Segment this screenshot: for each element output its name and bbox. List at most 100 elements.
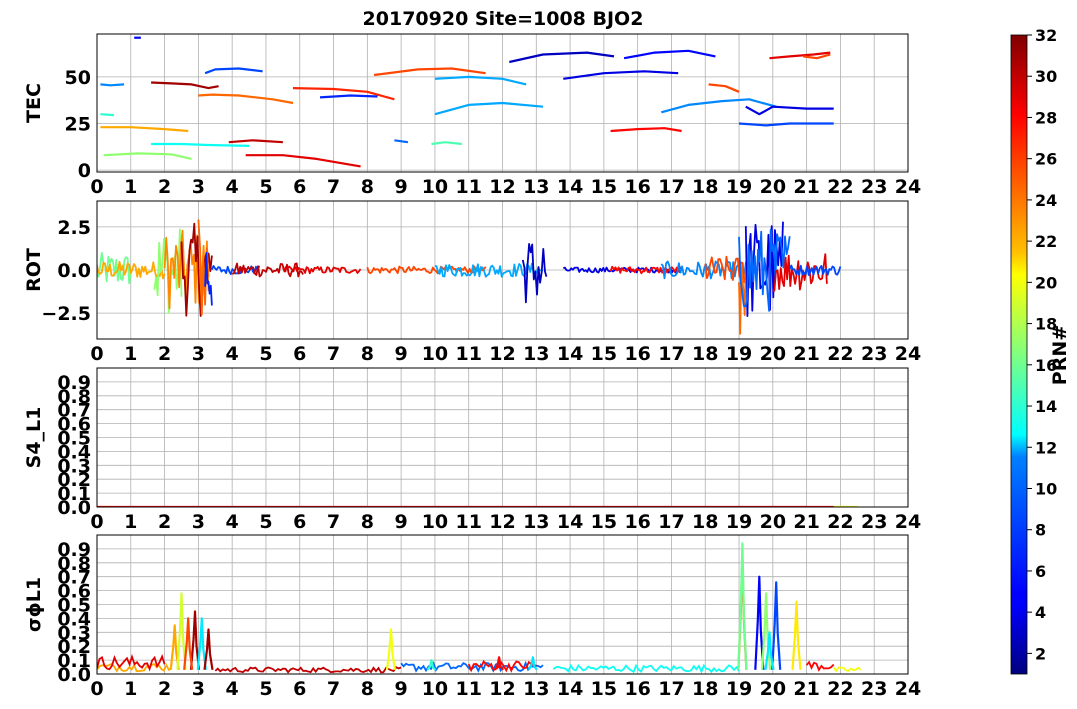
- series-tec-prn29: [245, 154, 361, 168]
- x-tick-label: 24: [895, 678, 921, 700]
- series-tec-prn9: [100, 83, 125, 87]
- sigma-spike-prn16: [737, 542, 748, 670]
- colorbar-tick-label: 6: [1035, 562, 1046, 581]
- x-tick-label: 2: [158, 343, 171, 365]
- x-tick-label: 17: [658, 176, 684, 198]
- x-tick-label: 18: [692, 678, 718, 700]
- x-tick-label: 10: [422, 176, 448, 198]
- x-tick-label: 11: [455, 678, 481, 700]
- colorbar-tick-label: 20: [1035, 273, 1057, 292]
- x-tick-label: 22: [827, 678, 853, 700]
- x-tick-label: 5: [259, 176, 272, 198]
- y-tick-label: 2.5: [57, 217, 91, 239]
- y-tick-label: 0.9: [57, 539, 91, 561]
- y-tick-label: 0: [78, 160, 91, 182]
- sigma-spike-prn20: [385, 628, 397, 670]
- series-tec-prn15: [431, 141, 463, 146]
- x-tick-label: 9: [395, 176, 408, 198]
- x-tick-label: 3: [192, 176, 205, 198]
- x-tick-label: 3: [192, 343, 205, 365]
- x-tick-label: 6: [293, 176, 306, 198]
- x-tick-label: 6: [293, 511, 306, 533]
- x-tick-label: 7: [327, 176, 340, 198]
- x-tick-label: 14: [557, 511, 583, 533]
- x-tick-label: 11: [455, 511, 481, 533]
- x-tick-label: 20: [760, 511, 786, 533]
- panel-rot: 0 1 2 3 4 5 6 7 8 9 10 11 12 13 14 15 16 17 18 19 20 21 22 23 24…: [23, 200, 921, 365]
- x-tick-label: 8: [361, 343, 374, 365]
- x-tick-label: 0: [90, 678, 103, 700]
- series-tec-prn10: [434, 101, 544, 116]
- x-tick-label: 3: [192, 511, 205, 533]
- x-tick-label: 15: [591, 343, 617, 365]
- series-group-tec: [100, 36, 834, 168]
- sigma-spike-prn21: [791, 600, 802, 670]
- x-tick-label: 3: [192, 678, 205, 700]
- x-tick-label: 14: [557, 678, 583, 700]
- x-tick-label: 0: [90, 511, 103, 533]
- x-tick-label: 11: [455, 176, 481, 198]
- colorbar-tick-label: 18: [1035, 315, 1057, 334]
- panels: 0 1 2 3 4 5 6 7 8 9 10 11 12 13 14 15 16 17 18 19 20 21 22 23 24…: [23, 33, 921, 700]
- x-tick-label: 21: [793, 343, 819, 365]
- series-tec-prn4: [563, 70, 679, 80]
- x-tick-label: 8: [361, 176, 374, 198]
- x-tick-label: 1: [124, 678, 137, 700]
- series-tec-prn4: [745, 105, 834, 116]
- x-tick-label: 7: [327, 678, 340, 700]
- x-tick-label: 18: [692, 511, 718, 533]
- x-tick-label: 1: [124, 176, 137, 198]
- x-tick-label: 17: [658, 678, 684, 700]
- x-tick-label: 19: [726, 678, 752, 700]
- x-tick-label: 8: [361, 511, 374, 533]
- sigma-baseline-prn13: [552, 663, 740, 674]
- colorbar-tick-label: 12: [1035, 438, 1057, 457]
- series-tec-prn26: [708, 83, 740, 93]
- x-tick-label: 4: [226, 511, 239, 533]
- x-tick-label: 12: [489, 678, 515, 700]
- x-tick-label: 14: [557, 343, 583, 365]
- colorbar-gradient: [1010, 34, 1028, 675]
- panel-sigma: 0 1 2 3 4 5 6 7 8 9 10 11 12 13 14 15 16 17 18 19 20 21 22 23 24…: [23, 534, 921, 700]
- series-tec-prn8: [394, 139, 409, 144]
- x-tick-label: 7: [327, 343, 340, 365]
- x-tick-label: 23: [861, 511, 887, 533]
- x-tick-label: 13: [523, 176, 549, 198]
- x-tick-label: 24: [895, 511, 921, 533]
- x-tick-label: 20: [760, 678, 786, 700]
- x-tick-label: 22: [827, 343, 853, 365]
- x-tick-label: 6: [293, 678, 306, 700]
- colorbar-tick-label: 24: [1035, 191, 1057, 210]
- x-tick-label: 16: [624, 678, 650, 700]
- x-tick-label: 16: [624, 176, 650, 198]
- x-tick-label: 16: [624, 343, 650, 365]
- series-tec-prn7: [204, 67, 263, 75]
- series-tec-prn7: [738, 122, 834, 127]
- colorbar-tick-label: 8: [1035, 521, 1046, 540]
- series-tec-prn31: [151, 81, 219, 90]
- x-tick-label: 14: [557, 176, 583, 198]
- series-tec-prn17: [103, 152, 192, 160]
- x-tick-label: 23: [861, 176, 887, 198]
- y-tick-label: 50: [65, 67, 91, 89]
- x-tick-label: 7: [327, 511, 340, 533]
- colorbar-tick-label: 2: [1035, 644, 1046, 663]
- panel-s4: 0 1 2 3 4 5 6 7 8 9 10 11 12 13 14 15 16 17 18 19 20 21 22 23 24…: [23, 367, 921, 533]
- x-tick-label: 15: [591, 511, 617, 533]
- x-tick-label: 15: [591, 176, 617, 198]
- y-tick-label: 25: [65, 114, 91, 136]
- x-tick-label: 13: [523, 343, 549, 365]
- y-axis-label-rot: ROT: [23, 248, 45, 292]
- sigma-spike-prn7: [771, 581, 782, 670]
- x-tick-label: 23: [861, 343, 887, 365]
- x-tick-label: 11: [455, 343, 481, 365]
- y-axis-label-s4: S4_L1: [23, 407, 45, 469]
- colorbar-tick-label: 28: [1035, 108, 1057, 127]
- colorbar-tick-label: 4: [1035, 603, 1046, 622]
- y-tick-label: 0.0: [57, 260, 91, 282]
- x-tick-label: 0: [90, 343, 103, 365]
- x-tick-label: 18: [692, 343, 718, 365]
- x-tick-label: 10: [422, 343, 448, 365]
- x-tick-label: 21: [793, 511, 819, 533]
- sigma-baseline-prn30: [214, 666, 402, 674]
